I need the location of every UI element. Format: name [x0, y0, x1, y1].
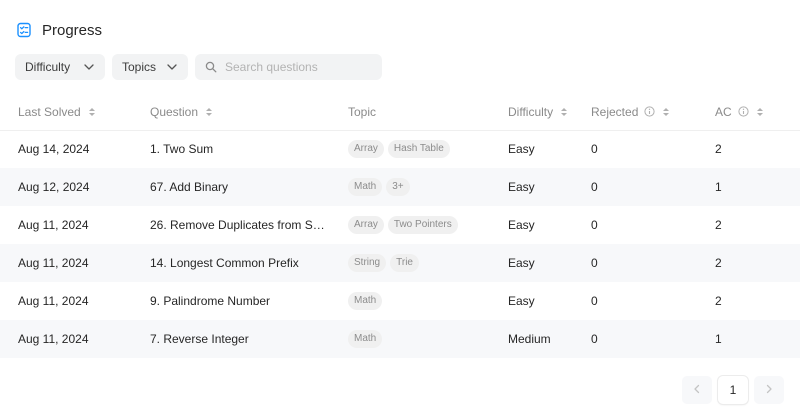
- table-row[interactable]: Aug 14, 2024 1. Two Sum Array Hash Table …: [0, 130, 800, 168]
- topic-cell: Math: [348, 282, 508, 320]
- rejected-cell: 0: [591, 244, 715, 282]
- rejected-cell: 0: [591, 218, 598, 232]
- progress-table: Last Solved Question Topic Difficulty Re…: [0, 94, 800, 358]
- difficulty-cell: Easy: [508, 218, 535, 232]
- pagination: 1: [682, 376, 784, 404]
- sort-icon: [559, 106, 569, 118]
- last-solved-cell: Aug 11, 2024: [0, 244, 150, 282]
- topic-cell: Math: [348, 320, 508, 358]
- table-row[interactable]: Aug 12, 2024 67. Add Binary Math 3+ Easy …: [0, 168, 800, 206]
- column-label: Last Solved: [18, 104, 81, 119]
- column-label: Rejected: [591, 104, 639, 119]
- search-input[interactable]: [225, 60, 375, 74]
- question-link[interactable]: 9. Palindrome Number: [150, 294, 328, 308]
- table-row[interactable]: Aug 11, 2024 7. Reverse Integer Math Med…: [0, 320, 800, 358]
- last-solved-cell: Aug 14, 2024: [18, 142, 90, 157]
- next-page-button[interactable]: [754, 376, 784, 404]
- question-link[interactable]: 14. Longest Common Prefix: [150, 256, 328, 270]
- column-header-last-solved[interactable]: Last Solved: [0, 94, 150, 131]
- topics-dropdown-label: Topics: [122, 60, 157, 74]
- page-button-current[interactable]: 1: [718, 376, 748, 404]
- checklist-icon: [16, 22, 32, 38]
- column-header-topic: Topic: [348, 94, 508, 131]
- question-link[interactable]: 1. Two Sum: [150, 142, 328, 156]
- last-solved-cell: Aug 11, 2024: [0, 320, 150, 358]
- table-row[interactable]: Aug 11, 2024 26. Remove Duplicates from …: [0, 206, 800, 244]
- difficulty-cell: Easy: [508, 168, 591, 206]
- topic-tag[interactable]: Math: [348, 330, 383, 348]
- question-cell[interactable]: 26. Remove Duplicates from Sor...: [150, 206, 348, 244]
- topic-cell: Array Hash Table: [348, 130, 508, 168]
- progress-panel: Progress Difficulty Topics Search questi…: [0, 0, 800, 411]
- ac-cell: 1: [715, 320, 800, 358]
- topic-cell: Math 3+: [348, 168, 508, 206]
- last-solved-cell: Aug 11, 2024: [18, 294, 89, 308]
- info-icon[interactable]: [644, 106, 655, 117]
- question-link[interactable]: 26. Remove Duplicates from Sor...: [150, 218, 328, 232]
- topic-tag[interactable]: Two Pointers: [387, 216, 458, 234]
- question-cell[interactable]: 14. Longest Common Prefix: [150, 244, 348, 282]
- difficulty-cell: Easy: [508, 294, 535, 308]
- question-cell[interactable]: 1. Two Sum: [150, 130, 348, 168]
- column-label: Question: [150, 104, 199, 119]
- rejected-cell: 0: [591, 294, 598, 308]
- chevron-left-icon: [692, 383, 702, 397]
- question-cell[interactable]: 7. Reverse Integer: [150, 320, 348, 358]
- chevron-down-icon: [166, 61, 178, 73]
- sort-icon: [661, 106, 671, 118]
- rejected-cell: 0: [591, 320, 715, 358]
- panel-header: Progress: [16, 20, 102, 40]
- search-icon: [205, 61, 217, 73]
- column-header-difficulty[interactable]: Difficulty: [508, 94, 591, 131]
- difficulty-cell: Medium: [508, 320, 591, 358]
- difficulty-cell: Easy: [508, 244, 591, 282]
- topic-tag[interactable]: Array: [348, 140, 384, 159]
- filter-bar: Difficulty Topics: [15, 54, 382, 80]
- rejected-cell: 0: [591, 142, 598, 157]
- ac-cell: 1: [715, 168, 800, 206]
- chevron-right-icon: [764, 383, 774, 397]
- column-header-ac[interactable]: AC: [715, 94, 800, 131]
- question-cell[interactable]: 9. Palindrome Number: [150, 282, 348, 320]
- topic-cell: Array Two Pointers: [348, 206, 508, 244]
- page-title: Progress: [42, 21, 103, 39]
- difficulty-dropdown-label: Difficulty: [25, 60, 71, 74]
- question-link[interactable]: 7. Reverse Integer: [150, 332, 328, 346]
- last-solved-cell: Aug 11, 2024: [18, 218, 89, 232]
- more-topics-tag[interactable]: 3+: [386, 178, 410, 196]
- topic-tag[interactable]: Math: [348, 292, 383, 310]
- rejected-cell: 0: [591, 168, 715, 206]
- sort-icon: [87, 106, 97, 118]
- column-header-rejected[interactable]: Rejected: [591, 94, 715, 131]
- table-header-row: Last Solved Question Topic Difficulty Re…: [0, 94, 800, 131]
- ac-cell: 2: [715, 244, 800, 282]
- column-label: AC: [715, 104, 732, 119]
- topic-tag[interactable]: Trie: [390, 254, 419, 272]
- previous-page-button[interactable]: [682, 376, 712, 404]
- ac-cell: 2: [715, 294, 722, 308]
- sort-icon: [755, 106, 765, 118]
- question-cell[interactable]: 67. Add Binary: [150, 168, 348, 206]
- topic-cell: String Trie: [348, 244, 508, 282]
- chevron-down-icon: [83, 61, 95, 73]
- sort-icon: [204, 106, 214, 118]
- column-label: Topic: [348, 104, 377, 119]
- topic-tag[interactable]: Hash Table: [387, 140, 450, 159]
- column-header-question[interactable]: Question: [150, 94, 348, 131]
- column-label: Difficulty: [508, 104, 554, 119]
- topic-tag[interactable]: Array: [348, 216, 384, 234]
- last-solved-cell: Aug 12, 2024: [0, 168, 150, 206]
- ac-cell: 2: [715, 218, 722, 232]
- search-box[interactable]: [195, 54, 382, 80]
- table-row[interactable]: Aug 11, 2024 9. Palindrome Number Math E…: [0, 282, 800, 320]
- difficulty-dropdown[interactable]: Difficulty: [15, 54, 105, 80]
- difficulty-cell: Easy: [508, 142, 535, 157]
- topic-tag[interactable]: String: [348, 254, 387, 272]
- question-link[interactable]: 67. Add Binary: [150, 180, 328, 194]
- topics-dropdown[interactable]: Topics: [112, 54, 188, 80]
- ac-cell: 2: [715, 142, 722, 157]
- info-icon[interactable]: [738, 106, 749, 117]
- topic-tag[interactable]: Math: [348, 178, 383, 196]
- table-row[interactable]: Aug 11, 2024 14. Longest Common Prefix S…: [0, 244, 800, 282]
